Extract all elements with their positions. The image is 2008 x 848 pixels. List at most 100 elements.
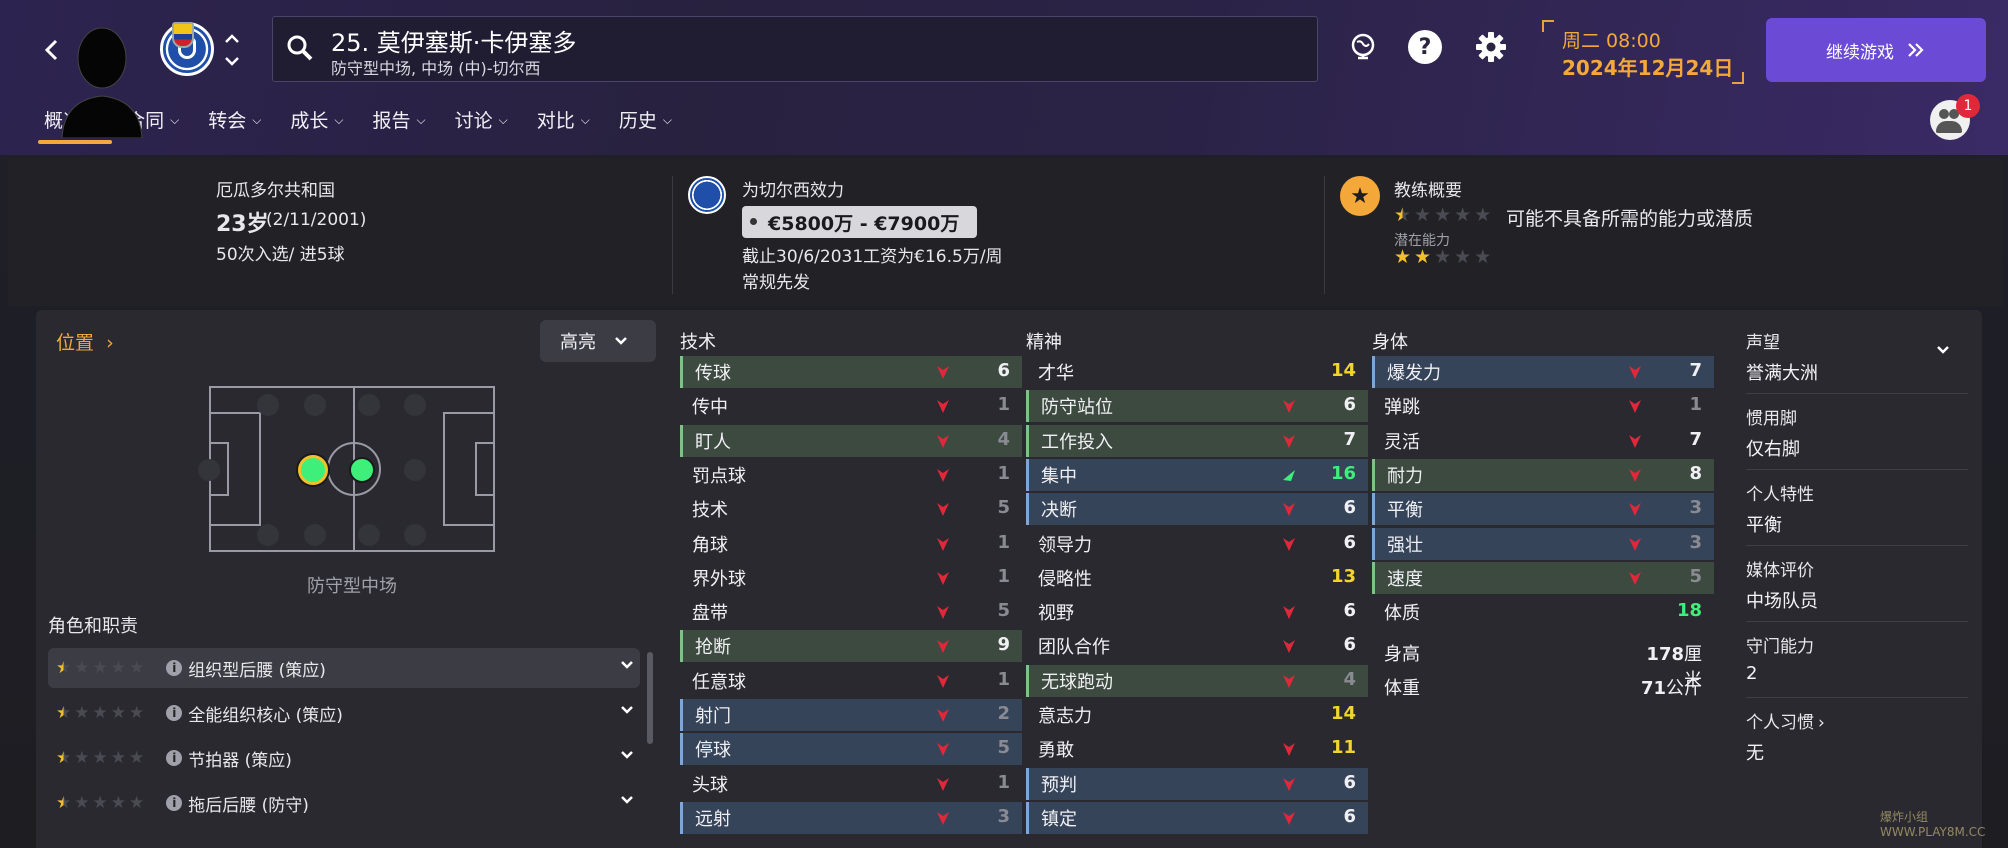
coach-summary-title: 教练概要 (1394, 181, 1462, 201)
trend-down-icon (1283, 400, 1295, 414)
position-dot (304, 524, 326, 546)
position-dot (404, 394, 426, 416)
attribute-row[interactable]: 才华 14 (1026, 356, 1368, 388)
player-sort-toggle[interactable] (222, 30, 242, 70)
attribute-row[interactable]: 抢断 9 (680, 630, 1022, 663)
attribute-row[interactable]: 速度 5 (1372, 561, 1714, 594)
trend-down-icon (937, 811, 949, 825)
tab-discuss[interactable]: 讨论 ⌵ (441, 100, 523, 144)
attribute-row[interactable]: 强壮 3 (1372, 527, 1714, 560)
attribute-row[interactable]: 罚点球 1 (680, 459, 1022, 491)
attribute-row[interactable]: 工作投入 7 (1026, 424, 1368, 457)
attribute-name: 盘带 (692, 603, 728, 625)
role-row[interactable]: ★ ★ ★ ★ ★ i 拖后后腰 (防守) (48, 783, 640, 823)
attribute-row[interactable]: 盘带 5 (680, 596, 1022, 628)
attribute-value: 6 (1343, 394, 1356, 416)
role-row[interactable]: ★ ★ ★ ★ ★ i 组织型后腰 (策应) (48, 648, 640, 688)
attribute-row[interactable]: 停球 5 (680, 733, 1022, 766)
role-name: 组织型后腰 (策应) (188, 660, 326, 681)
club-line: 为切尔西效力 (742, 181, 844, 201)
attribute-row[interactable]: 射门 2 (680, 699, 1022, 731)
tab-compare[interactable]: 对比 ⌵ (523, 100, 605, 144)
attribute-row[interactable]: 远射 3 (680, 801, 1022, 834)
highlight-dropdown[interactable]: 高亮 (540, 320, 656, 362)
attribute-name: 爆发力 (1387, 363, 1441, 384)
attribute-row[interactable]: 镇定 6 (1026, 801, 1368, 834)
date-full: 2024年12月24日 (1562, 56, 1734, 80)
attribute-row[interactable]: 预判 6 (1026, 767, 1368, 800)
player-traits-item[interactable]: 个人习惯 › 无 (1746, 708, 1968, 768)
attribute-row[interactable]: 任意球 1 (680, 665, 1022, 697)
attribute-row[interactable]: 决断 6 (1026, 493, 1368, 526)
position-dot (198, 459, 220, 481)
role-stars: ★ ★ ★ ★ ★ (56, 792, 145, 813)
attribute-row[interactable]: 视野 6 (1026, 596, 1368, 628)
attribute-row[interactable]: 领导力 6 (1026, 528, 1368, 560)
info-icon[interactable]: i (166, 795, 183, 811)
trend-down-icon (937, 571, 949, 585)
attribute-row[interactable]: 界外球 1 (680, 562, 1022, 594)
globe-button[interactable] (1346, 30, 1380, 64)
star-empty-icon: ★ (92, 792, 108, 813)
tab-transfer[interactable]: 转会 ⌵ (194, 100, 276, 144)
player-position-club: 防守型中场, 中场 (中)-切尔西 (331, 59, 541, 78)
info-icon[interactable]: i (166, 750, 183, 766)
role-row[interactable]: ★ ★ ★ ★ ★ i 节拍器 (策应) (48, 738, 640, 778)
attribute-value: 7 (1343, 428, 1356, 450)
attribute-value: 18 (1676, 600, 1702, 622)
attribute-row[interactable]: 集中 16 (1026, 458, 1368, 491)
info-icon[interactable]: i (166, 660, 183, 676)
star-empty-icon: ★ (129, 657, 145, 678)
attribute-row[interactable]: 头球 1 (680, 768, 1022, 800)
attribute-value: 3 (1689, 531, 1702, 553)
help-button[interactable]: ? (1408, 30, 1442, 64)
star-empty-icon: ★ (129, 792, 145, 813)
star-empty-icon: ★ (129, 747, 145, 768)
reputation-value: 誉满大洲 (1746, 363, 1818, 384)
positions-link[interactable]: 位置 › (56, 328, 114, 355)
attribute-row[interactable]: 团队合作 6 (1026, 630, 1368, 662)
tab-reports[interactable]: 报告 ⌵ (359, 100, 441, 144)
attribute-row[interactable]: 平衡 3 (1372, 493, 1714, 526)
continue-button[interactable]: 继续游戏 (1766, 18, 1986, 82)
attribute-row[interactable]: 侵略性 13 (1026, 562, 1368, 594)
age: 23岁 (216, 212, 269, 237)
attribute-row[interactable]: 角球 1 (680, 528, 1022, 560)
trend-down-icon (1283, 674, 1295, 688)
attribute-row[interactable]: 传中 1 (680, 390, 1022, 422)
attribute-row[interactable]: 弹跳 1 (1372, 390, 1714, 422)
player-search-box[interactable]: 25. 莫伊塞斯·卡伊塞多 防守型中场, 中场 (中)-切尔西 (272, 16, 1318, 82)
tab-development[interactable]: 成长 ⌵ (276, 100, 358, 144)
attribute-row[interactable]: 爆发力 7 (1372, 356, 1714, 388)
star-empty-icon: ★ (74, 792, 90, 813)
tab-history[interactable]: 历史 ⌵ (605, 100, 687, 144)
reputation-expand[interactable] (1936, 340, 1950, 359)
star-empty-icon: ★ (1434, 246, 1452, 268)
attribute-name: 远射 (695, 808, 731, 830)
attribute-row[interactable]: 防守站位 6 (1026, 390, 1368, 423)
attribute-row[interactable]: 无球跑动 4 (1026, 664, 1368, 697)
attribute-row[interactable]: 耐力 8 (1372, 458, 1714, 491)
attribute-row[interactable]: 体质 18 (1372, 596, 1714, 628)
roles-scrollbar[interactable] (647, 652, 653, 744)
star-full-icon: ★ (1394, 246, 1412, 268)
attribute-row[interactable]: 灵活 7 (1372, 425, 1714, 457)
attribute-row[interactable]: 技术 5 (680, 493, 1022, 525)
trend-down-icon (1629, 537, 1641, 551)
search-icon (287, 35, 313, 61)
chevron-down-icon: ⌵ (252, 113, 262, 127)
attribute-row[interactable]: 盯人 4 (680, 424, 1022, 457)
attribute-value: 3 (1689, 497, 1702, 519)
attribute-name: 传中 (692, 397, 728, 419)
settings-button[interactable] (1474, 30, 1508, 64)
attribute-row[interactable]: 传球 6 (680, 356, 1022, 388)
trend-down-icon (1283, 434, 1295, 448)
info-icon[interactable]: i (166, 705, 183, 721)
game-date: 周二 08:00 2024年12月24日 (1542, 18, 1744, 84)
goalkeeping-value: 2 (1746, 663, 1758, 684)
attribute-row[interactable]: 勇敢 11 (1026, 733, 1368, 765)
position-dot (257, 394, 279, 416)
star-empty-icon: ★ (74, 702, 90, 723)
role-row[interactable]: ★ ★ ★ ★ ★ i 全能组织核心 (策应) (48, 693, 640, 733)
attribute-row[interactable]: 意志力 14 (1026, 699, 1368, 731)
